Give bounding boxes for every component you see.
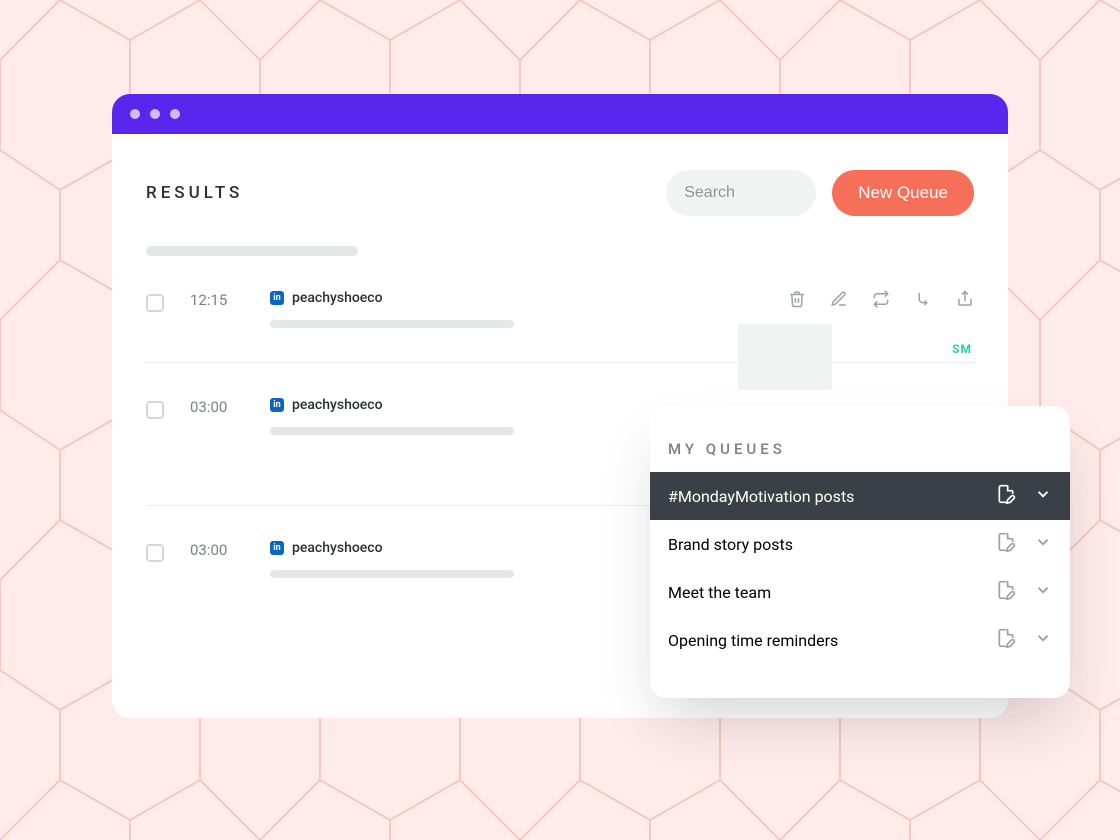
chevron-down-icon[interactable] bbox=[1034, 533, 1052, 555]
queue-item[interactable]: #MondayMotivation posts bbox=[650, 472, 1070, 520]
post-time: 03:00 bbox=[190, 397, 270, 435]
queues-panel: MY QUEUES #MondayMotivation posts Brand … bbox=[650, 406, 1070, 698]
linkedin-icon: in bbox=[270, 398, 284, 412]
queue-item[interactable]: Meet the team bbox=[650, 568, 1070, 616]
file-edit-icon[interactable] bbox=[996, 580, 1016, 604]
file-edit-icon[interactable] bbox=[996, 628, 1016, 652]
account-name: peachyshoeco bbox=[292, 290, 383, 306]
window-control-maximize[interactable] bbox=[170, 109, 180, 119]
trash-icon[interactable] bbox=[788, 290, 806, 312]
share-icon[interactable] bbox=[956, 290, 974, 312]
queues-panel-title: MY QUEUES bbox=[650, 440, 1070, 472]
queue-item[interactable]: Opening time reminders bbox=[650, 616, 1070, 664]
new-queue-button[interactable]: New Queue bbox=[832, 170, 974, 216]
post-content-skeleton bbox=[270, 427, 514, 435]
row-checkbox[interactable] bbox=[146, 544, 164, 562]
post-row: 12:15 in peachyshoeco bbox=[146, 256, 974, 363]
queue-item-label: Opening time reminders bbox=[668, 631, 986, 650]
chevron-down-icon[interactable] bbox=[1034, 629, 1052, 651]
move-down-icon[interactable] bbox=[914, 290, 932, 312]
post-content-skeleton bbox=[270, 320, 514, 328]
queue-item-label: #MondayMotivation posts bbox=[668, 487, 986, 506]
post-time: 03:00 bbox=[190, 540, 270, 578]
account-name: peachyshoeco bbox=[292, 397, 383, 413]
window-titlebar bbox=[112, 94, 1008, 134]
window-control-close[interactable] bbox=[130, 109, 140, 119]
linkedin-icon: in bbox=[270, 291, 284, 305]
search-field[interactable] bbox=[666, 170, 816, 216]
queue-item[interactable]: Brand story posts bbox=[650, 520, 1070, 568]
section-skeleton bbox=[146, 246, 358, 256]
row-checkbox[interactable] bbox=[146, 401, 164, 419]
queue-item-label: Brand story posts bbox=[668, 535, 986, 554]
chevron-down-icon[interactable] bbox=[1034, 485, 1052, 507]
post-time: 12:15 bbox=[190, 290, 270, 328]
edit-icon[interactable] bbox=[830, 290, 848, 312]
row-actions bbox=[788, 290, 974, 312]
repeat-icon[interactable] bbox=[872, 290, 890, 312]
file-edit-icon[interactable] bbox=[996, 484, 1016, 508]
author-badge: SM bbox=[952, 342, 972, 356]
queue-item-label: Meet the team bbox=[668, 583, 986, 602]
window-control-minimize[interactable] bbox=[150, 109, 160, 119]
chevron-down-icon[interactable] bbox=[1034, 581, 1052, 603]
page-title: RESULTS bbox=[146, 183, 243, 203]
file-edit-icon[interactable] bbox=[996, 532, 1016, 556]
post-content-skeleton bbox=[270, 570, 514, 578]
row-checkbox[interactable] bbox=[146, 294, 164, 312]
linkedin-icon: in bbox=[270, 541, 284, 555]
account-name: peachyshoeco bbox=[292, 540, 383, 556]
page-header: RESULTS New Queue bbox=[112, 134, 1008, 216]
